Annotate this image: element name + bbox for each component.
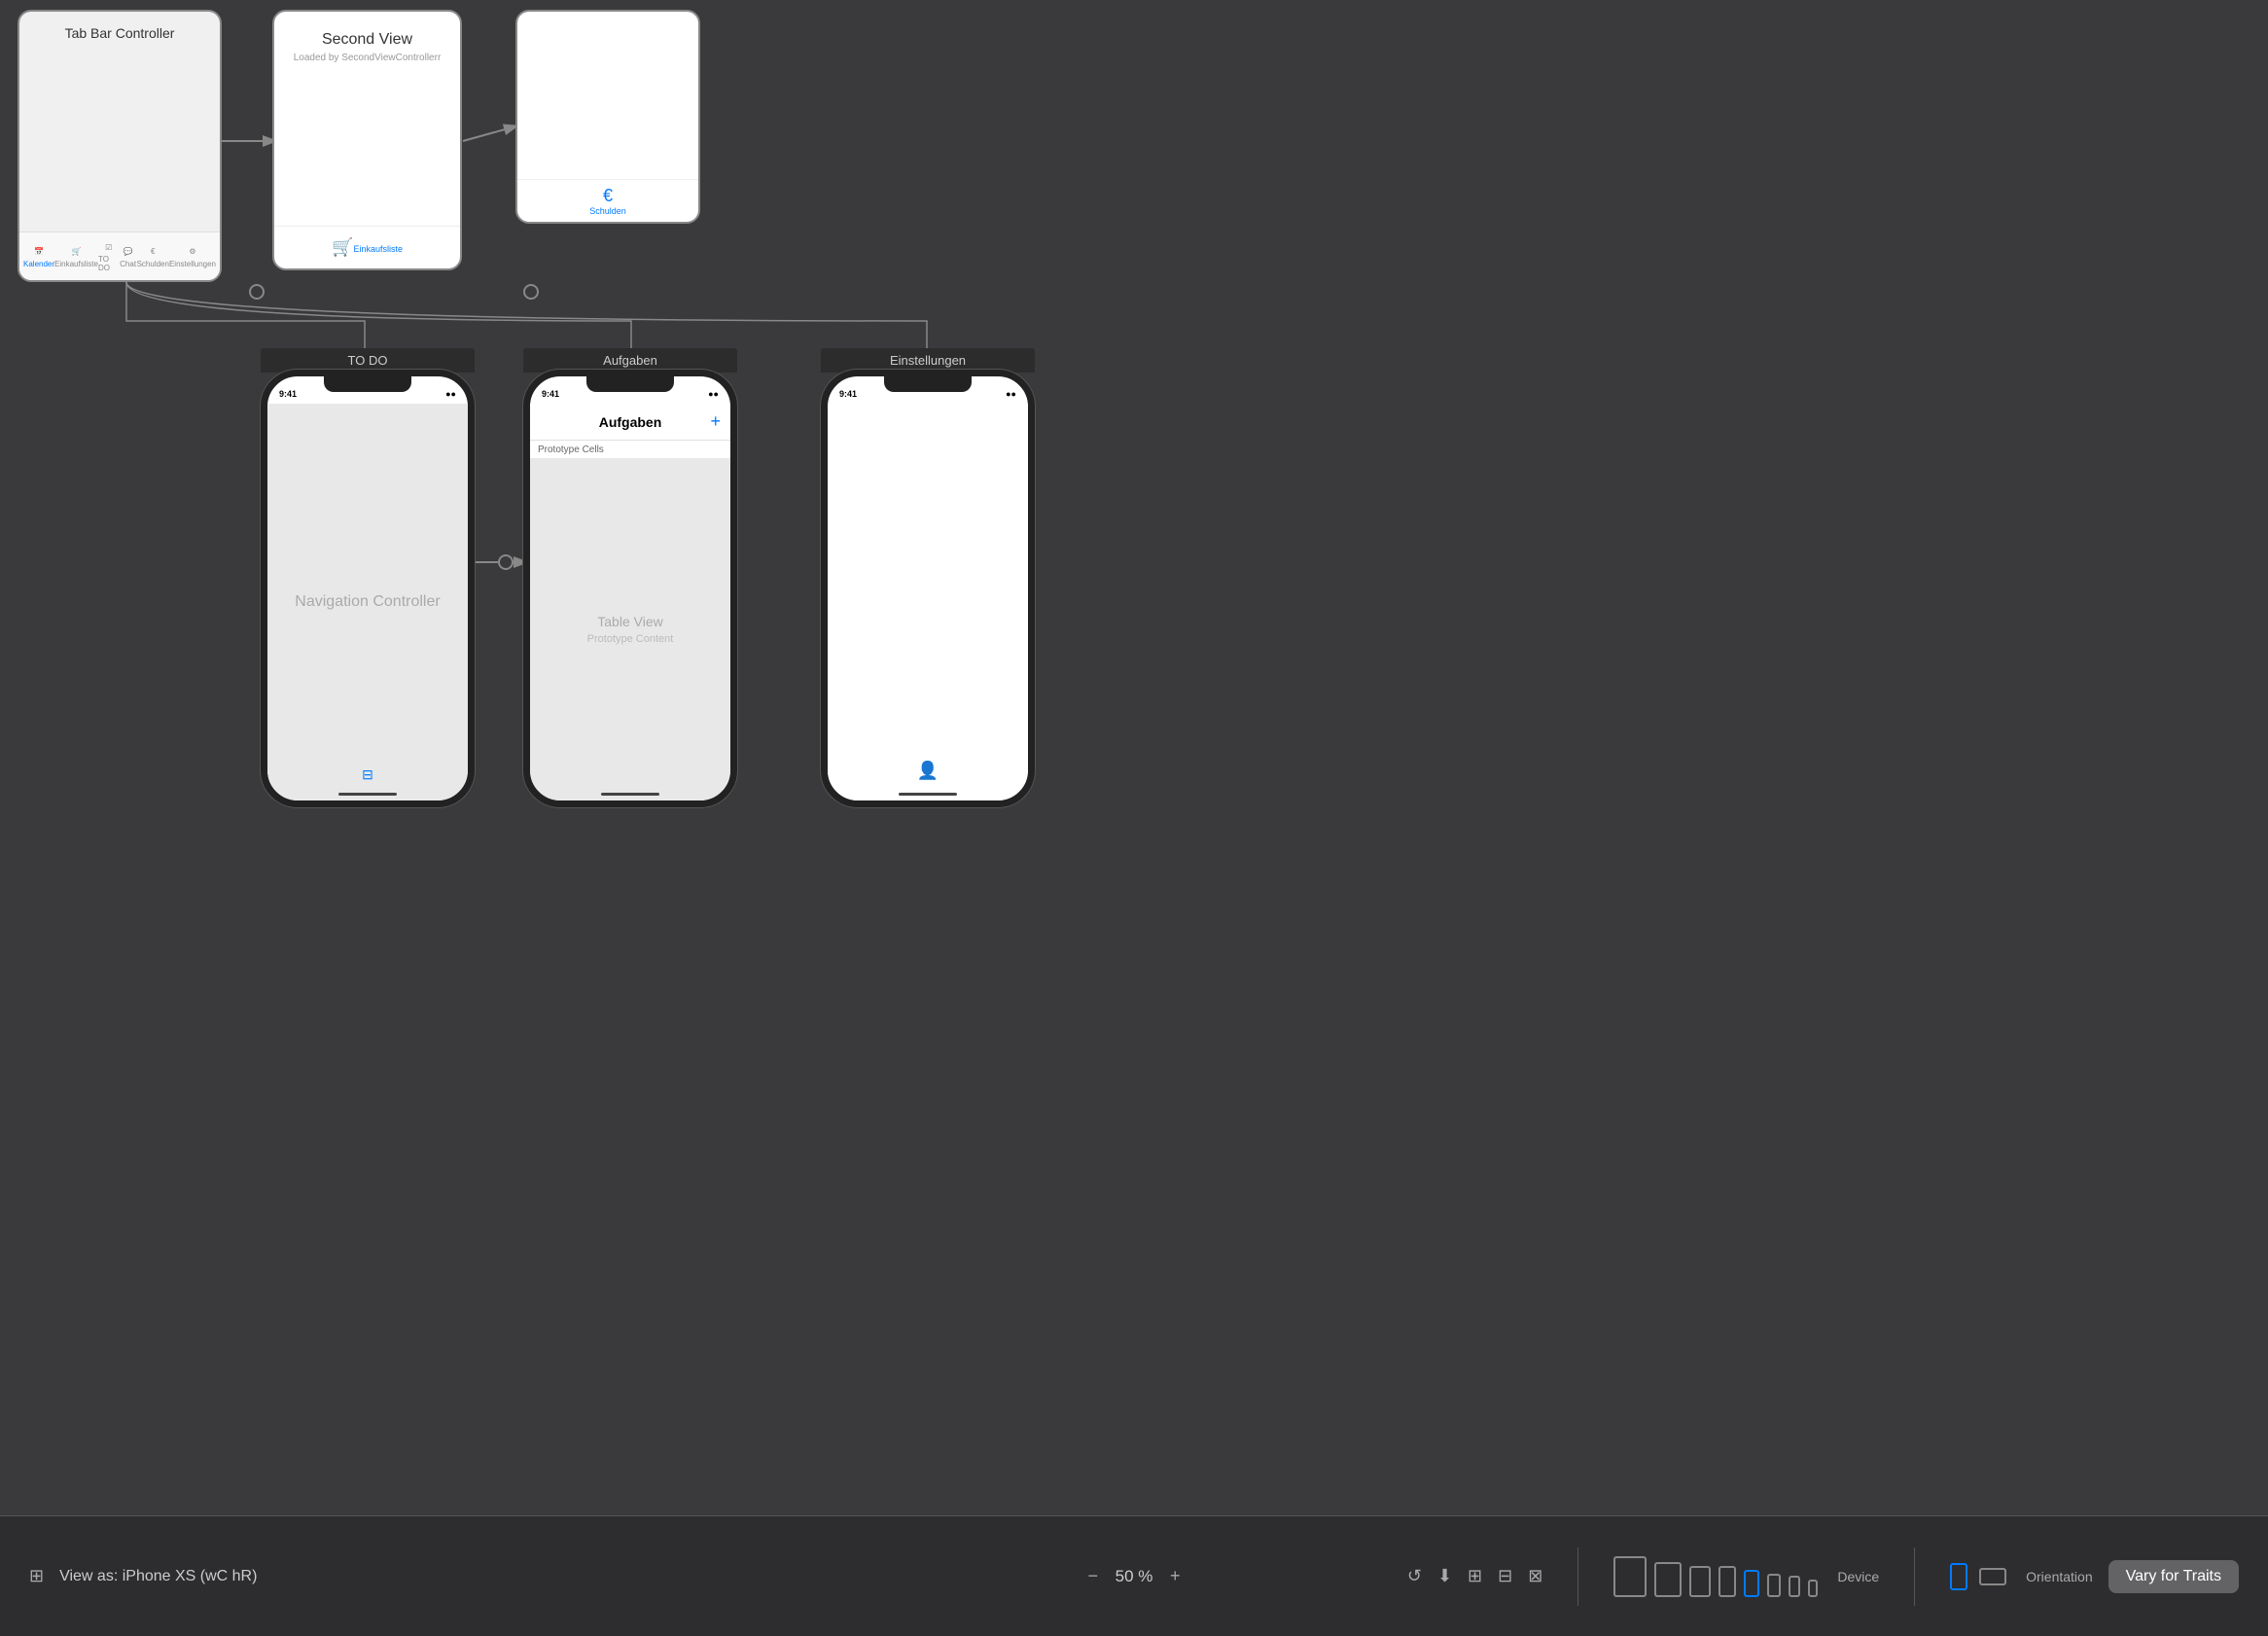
- refresh-button[interactable]: ↺: [1407, 1566, 1422, 1586]
- vary-traits-button[interactable]: Vary for Traits: [2109, 1560, 2239, 1593]
- toolbar-right: ↺ ⬇ ⊞ ⊟ ⊠: [1407, 1547, 2239, 1606]
- iphone-large-icon: [1719, 1566, 1736, 1597]
- toolbar-left: ⊞ View as: iPhone XS (wC hR): [29, 1566, 257, 1586]
- tab-item-todo[interactable]: ☑ TO DO: [98, 240, 120, 272]
- nav-controller-text: Navigation Controller: [295, 593, 440, 611]
- tab-item-kalender[interactable]: 📅 Kalender: [23, 245, 54, 268]
- einkauf-icon: 🛒: [67, 245, 85, 259]
- tab-bar-controller-title: Tab Bar Controller: [19, 25, 220, 41]
- toolbar-center: − 50 % +: [1087, 1566, 1180, 1586]
- landscape-icon: [1979, 1568, 2006, 1585]
- plus-button[interactable]: +: [710, 411, 721, 432]
- aufgaben-frame: 9:41 ●● Aufgaben + Prototype Cells Table…: [523, 370, 737, 807]
- nav-tab-icon: ⊟: [362, 766, 373, 783]
- ipad-medium-icon: [1654, 1562, 1682, 1597]
- second-view-subtitle: Loaded by SecondViewControllerr: [274, 53, 460, 63]
- tab-item-schulden[interactable]: € Schulden: [137, 245, 169, 268]
- device-iphone-selected[interactable]: [1744, 1570, 1759, 1597]
- device-ipad-small[interactable]: [1689, 1566, 1711, 1597]
- aufgaben-nav-bar: Aufgaben +: [530, 404, 730, 441]
- device-iphone-large[interactable]: [1719, 1566, 1736, 1597]
- aufgaben-phone-home: [601, 793, 659, 796]
- table-view: Table View Prototype Content: [530, 458, 730, 800]
- bottom-toolbar: ⊞ View as: iPhone XS (wC hR) − 50 % + ↺ …: [0, 1515, 2268, 1636]
- einstellungen-body: [828, 404, 1028, 800]
- view-as-label: View as: iPhone XS (wC hR): [59, 1568, 257, 1585]
- portrait-icon: [1950, 1563, 1967, 1590]
- iphone-tiny-icon: [1808, 1580, 1818, 1597]
- device-label-container: Device: [1837, 1569, 1879, 1584]
- download-button[interactable]: ⬇: [1437, 1566, 1452, 1586]
- sidebar-toggle-button[interactable]: ⊞: [29, 1566, 44, 1586]
- tab-item-einkauf[interactable]: 🛒 Einkaufsliste: [54, 245, 98, 268]
- aufgaben-phone-notch: [586, 376, 674, 392]
- tab-bar-bottom: 📅 Kalender 🛒 Einkaufsliste ☑ TO DO 💬 Cha…: [19, 231, 220, 280]
- zoom-in-button[interactable]: +: [1170, 1566, 1181, 1586]
- device-iphone-xs[interactable]: [1789, 1576, 1800, 1597]
- third-view-tabbar: € Schulden: [517, 179, 698, 222]
- einstellungen-frame: 9:41 ●● 👤: [821, 370, 1035, 807]
- layout-button[interactable]: ⊟: [1498, 1566, 1512, 1586]
- einstellungen-phone-home: [899, 793, 957, 796]
- tab-bar-controller: Tab Bar Controller 📅 Kalender 🛒 Einkaufs…: [18, 10, 222, 282]
- device-ipad-medium[interactable]: [1654, 1562, 1682, 1597]
- second-view-tabbar: 🛒 Einkaufsliste: [274, 226, 460, 268]
- orientation-portrait[interactable]: [1950, 1563, 1967, 1590]
- tab-item-chat[interactable]: 💬 Chat: [120, 245, 137, 268]
- nav-phone-home: [338, 793, 397, 796]
- tab-item-settings[interactable]: ⚙ Einstellungen: [169, 245, 216, 268]
- orientation-options: [1950, 1563, 2006, 1590]
- storyboard-canvas: Tab Bar Controller 📅 Kalender 🛒 Einkaufs…: [0, 0, 2268, 1576]
- iphone-selected-icon: [1744, 1570, 1759, 1597]
- nav-phone-notch: [324, 376, 411, 392]
- device-iphone-tiny[interactable]: [1808, 1580, 1818, 1597]
- settings-icon: ⚙: [184, 245, 201, 259]
- iphone-small-icon: [1767, 1574, 1781, 1597]
- prototype-cells-label: Prototype Cells: [530, 441, 612, 459]
- einstellungen-phone-notch: [884, 376, 972, 392]
- toolbar-divider-1: [1577, 1547, 1578, 1606]
- zoom-out-button[interactable]: −: [1087, 1566, 1098, 1586]
- ipad-large-icon: [1613, 1556, 1647, 1597]
- grid-button[interactable]: ⊞: [1468, 1566, 1482, 1586]
- settings-person-icon: 👤: [917, 761, 939, 781]
- third-view-controller: € Schulden: [515, 10, 700, 224]
- chat-icon: 💬: [120, 245, 137, 259]
- ipad-small-icon: [1689, 1566, 1711, 1597]
- orientation-label: Orientation: [2026, 1569, 2092, 1584]
- device-iphone-small[interactable]: [1767, 1574, 1781, 1597]
- zoom-value: 50 %: [1110, 1567, 1158, 1586]
- orientation-label-container: Orientation: [2026, 1569, 2092, 1584]
- schulden-icon: €: [144, 245, 161, 259]
- nav-controller-frame: 9:41 ●● Navigation Controller ⊟: [261, 370, 475, 807]
- device-label: Device: [1837, 1569, 1879, 1584]
- todo-icon: ☑: [100, 240, 118, 254]
- kalender-icon: 📅: [30, 245, 48, 259]
- toolbar-divider-2: [1914, 1547, 1915, 1606]
- second-view-controller: Second View Loaded by SecondViewControll…: [272, 10, 462, 270]
- iphone-xs-icon: [1789, 1576, 1800, 1597]
- device-options: [1613, 1556, 1818, 1597]
- device-ipad-large[interactable]: [1613, 1556, 1647, 1597]
- orientation-landscape[interactable]: [1979, 1568, 2006, 1585]
- layout2-button[interactable]: ⊠: [1528, 1566, 1542, 1586]
- second-view-title: Second View: [274, 31, 460, 49]
